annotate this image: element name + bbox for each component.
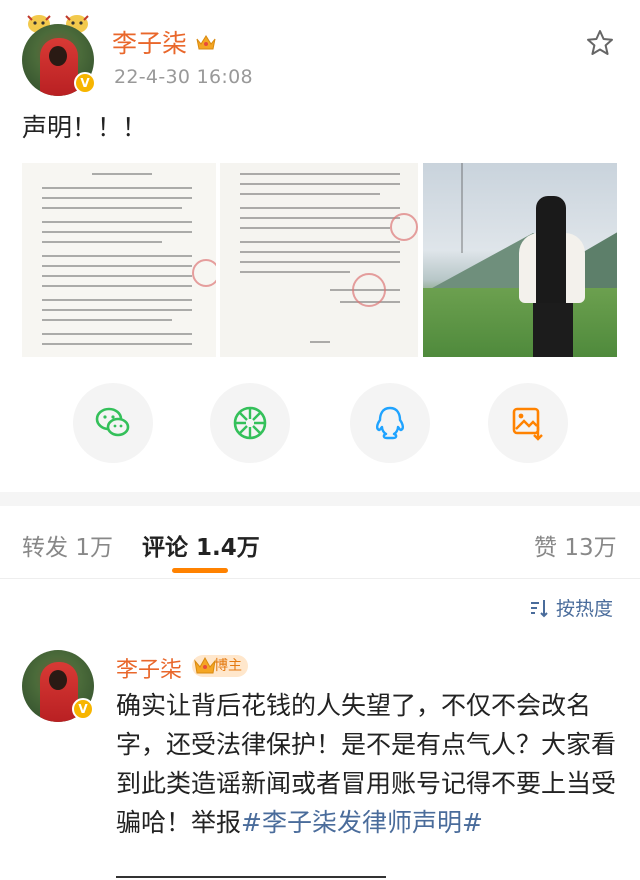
save-image-button[interactable]	[488, 383, 568, 463]
active-tab-indicator	[172, 568, 228, 573]
verified-icon: V	[72, 698, 94, 720]
person-pants	[533, 303, 573, 357]
comment-label: 评论	[142, 535, 188, 561]
crown-icon	[194, 656, 216, 674]
post-text: 声明！！！	[22, 113, 148, 142]
repost-tab[interactable]: 转发 1万	[22, 528, 113, 562]
avatar-face	[49, 46, 67, 66]
moments-icon	[233, 406, 267, 440]
like-label: 赞	[534, 535, 557, 561]
hashtag-link[interactable]: #李子柒发律师声明#	[241, 808, 483, 837]
like-count: 13万	[564, 535, 617, 561]
verified-icon: V	[74, 72, 96, 94]
bottom-divider	[116, 876, 386, 878]
qq-icon	[376, 406, 404, 440]
post-image-landscape-photo[interactable]	[423, 163, 617, 357]
share-wechat-button[interactable]	[73, 383, 153, 463]
post-image-document-2[interactable]	[220, 163, 418, 357]
sort-by-hot-button[interactable]: 按热度	[556, 594, 613, 621]
post-timestamp: 22-4-30 16:08	[114, 66, 253, 88]
comment-author-name[interactable]: 李子柒	[116, 652, 182, 684]
like-tab[interactable]: 赞 13万	[534, 528, 617, 562]
repost-count: 1万	[75, 535, 113, 561]
favorite-star-icon[interactable]	[585, 28, 615, 58]
stats-divider	[0, 578, 640, 579]
share-moments-button[interactable]	[210, 383, 290, 463]
crown-icon	[196, 35, 216, 50]
comment-tab[interactable]: 评论 1.4万	[142, 528, 260, 562]
post-author-name[interactable]: 李子柒	[112, 24, 187, 60]
sort-icon[interactable]	[528, 597, 550, 619]
share-qq-button[interactable]	[350, 383, 430, 463]
post-author-avatar[interactable]: V	[22, 10, 96, 96]
wechat-icon	[95, 407, 130, 437]
post-image-document-1[interactable]	[22, 163, 216, 357]
section-divider	[0, 492, 640, 506]
comment-text: 确实让背后花钱的人失望了，不仅不会改名字，还受法律保护！是不是有点气人？大家看到…	[116, 686, 616, 842]
save-image-icon	[512, 407, 543, 441]
repost-label: 转发	[22, 535, 68, 561]
avatar-face	[49, 670, 67, 690]
comment-count: 1.4万	[196, 535, 260, 561]
